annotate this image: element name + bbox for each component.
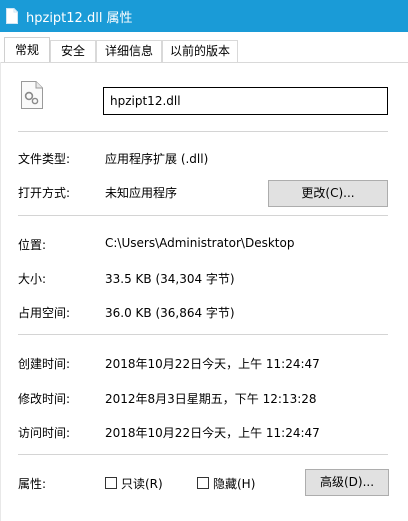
- dll-file-icon: [21, 81, 43, 109]
- divider: [18, 131, 388, 132]
- advanced-button[interactable]: 高级(D)...: [305, 469, 389, 496]
- file-name-input[interactable]: [103, 87, 388, 115]
- readonly-label[interactable]: 只读(R): [121, 475, 163, 492]
- divider: [18, 454, 388, 455]
- accessed-value: 2018年10月22日今天，上午 11:24:47: [105, 426, 320, 440]
- accessed-label: 访问时间:: [18, 426, 71, 440]
- tab-divider: [0, 62, 408, 63]
- title-bar: hpzipt12.dll 属性: [0, 0, 408, 32]
- readonly-checkbox[interactable]: [105, 477, 117, 489]
- hidden-checkbox[interactable]: [197, 477, 209, 489]
- open-with-value: 未知应用程序: [105, 186, 178, 200]
- open-with-label: 打开方式:: [18, 186, 71, 200]
- hidden-label[interactable]: 隐藏(H): [213, 475, 255, 492]
- modified-label: 修改时间:: [18, 392, 71, 406]
- file-type-label: 文件类型:: [18, 152, 71, 166]
- file-type-value: 应用程序扩展 (.dll): [105, 152, 209, 166]
- modified-value: 2012年8月3日星期五，下午 12:13:28: [105, 392, 317, 406]
- divider: [18, 215, 388, 216]
- location-value: C:\Users\Administrator\Desktop: [105, 236, 295, 250]
- attributes-label: 属性:: [18, 477, 47, 491]
- size-on-disk-label: 占用空间:: [18, 306, 71, 320]
- tab-general[interactable]: 常规: [4, 37, 50, 63]
- tab-previous-versions[interactable]: 以前的版本: [162, 40, 238, 62]
- location-label: 位置:: [18, 238, 47, 252]
- created-label: 创建时间:: [18, 357, 71, 371]
- file-icon: [6, 8, 18, 24]
- size-on-disk-value: 36.0 KB (36,864 字节): [105, 306, 235, 320]
- panel-edge: [0, 62, 1, 521]
- tab-details[interactable]: 详细信息: [96, 40, 162, 62]
- change-button[interactable]: 更改(C)...: [268, 180, 388, 207]
- created-value: 2018年10月22日今天，上午 11:24:47: [105, 357, 320, 371]
- size-value: 33.5 KB (34,304 字节): [105, 272, 235, 286]
- size-label: 大小:: [18, 272, 47, 286]
- tab-security[interactable]: 安全: [50, 40, 96, 62]
- divider: [18, 334, 388, 335]
- window-title: hpzipt12.dll 属性: [26, 11, 133, 26]
